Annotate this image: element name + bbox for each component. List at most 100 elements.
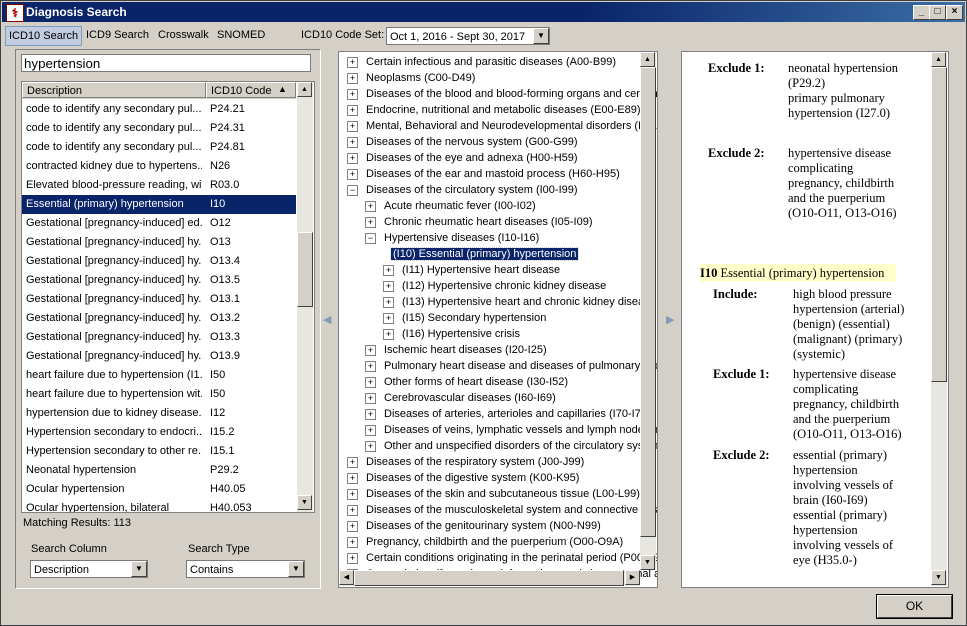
scroll-thumb[interactable] bbox=[931, 67, 947, 382]
column-header-description[interactable]: Description bbox=[22, 82, 206, 98]
collapse-left-icon[interactable]: ◀ bbox=[323, 313, 331, 326]
table-row[interactable]: heart failure due to hypertension (I1...… bbox=[22, 366, 296, 385]
detail-scrollbar[interactable]: ▲ ▼ bbox=[931, 52, 947, 586]
scroll-thumb[interactable] bbox=[297, 232, 313, 307]
expand-icon[interactable]: + bbox=[347, 72, 358, 84]
table-row[interactable]: Neonatal hypertension P29.2 bbox=[22, 461, 296, 480]
expand-icon[interactable]: + bbox=[365, 376, 376, 388]
table-row[interactable]: Gestational [pregnancy-induced] hy... O13… bbox=[22, 271, 296, 290]
search-column-select[interactable]: Description ▼ bbox=[30, 560, 148, 578]
scroll-down-button[interactable]: ▼ bbox=[640, 555, 655, 570]
expand-icon[interactable]: + bbox=[347, 168, 358, 180]
table-row[interactable]: code to identify any secondary pul... P24… bbox=[22, 100, 296, 119]
tree-node[interactable]: + Diseases of the skin and subcutaneous t… bbox=[347, 486, 642, 502]
table-row[interactable]: Ocular hypertension H40.05 bbox=[22, 480, 296, 499]
expand-icon[interactable]: + bbox=[347, 520, 358, 532]
tree-node[interactable]: + Chronic rheumatic heart diseases (I05-I… bbox=[365, 214, 594, 230]
tree-node[interactable]: + Cerebrovascular diseases (I60-I69) bbox=[365, 390, 558, 406]
tree-vscrollbar[interactable]: ▲ ▼ bbox=[640, 52, 656, 570]
tree-node[interactable]: + Acute rheumatic fever (I00-I02) bbox=[365, 198, 538, 214]
tab-crosswalk[interactable]: Crosswalk bbox=[155, 26, 212, 44]
chevron-down-icon[interactable]: ▼ bbox=[533, 28, 549, 44]
expand-icon[interactable]: + bbox=[347, 456, 358, 468]
collapse-icon[interactable]: − bbox=[347, 184, 358, 196]
table-row[interactable]: Hypertension secondary to endocri... I15.… bbox=[22, 423, 296, 442]
expand-icon[interactable]: + bbox=[365, 424, 376, 436]
tree-node[interactable]: + Diseases of the eye and adnexa (H00-H59… bbox=[347, 150, 580, 166]
expand-icon[interactable]: + bbox=[365, 440, 376, 452]
expand-icon[interactable]: + bbox=[365, 360, 376, 372]
expand-icon[interactable]: + bbox=[383, 312, 394, 324]
table-row[interactable]: code to identify any secondary pul... P24… bbox=[22, 119, 296, 138]
tree-node[interactable]: + (I15) Secondary hypertension bbox=[383, 310, 548, 326]
expand-icon[interactable]: + bbox=[365, 408, 376, 420]
codeset-select[interactable]: Oct 1, 2016 - Sept 30, 2017 ▼ bbox=[386, 27, 550, 45]
expand-icon[interactable]: + bbox=[365, 200, 376, 212]
table-row[interactable]: heart failure due to hypertension wit...… bbox=[22, 385, 296, 404]
tree-hscrollbar[interactable]: ◀ ▶ bbox=[339, 570, 640, 586]
table-row[interactable]: Elevated blood-pressure reading, wi... R0… bbox=[22, 176, 296, 195]
tree-node[interactable]: + Other and unspecified disorders of the … bbox=[365, 438, 657, 454]
expand-icon[interactable]: + bbox=[383, 328, 394, 340]
tree-node[interactable]: + Ischemic heart diseases (I20-I25) bbox=[365, 342, 549, 358]
table-row[interactable]: hypertension due to kidney disease... I12 bbox=[22, 404, 296, 423]
table-row[interactable]: Ocular hypertension, bilateral H40.053 bbox=[22, 499, 296, 512]
tree-node[interactable]: − Hypertensive diseases (I10-I16) bbox=[365, 230, 541, 246]
tree-node[interactable]: + (I13) Hypertensive heart and chronic ki… bbox=[383, 294, 657, 310]
tree-node[interactable]: − Diseases of the circulatory system (I00… bbox=[347, 182, 580, 198]
expand-icon[interactable]: + bbox=[347, 504, 358, 516]
close-button[interactable]: × bbox=[946, 5, 963, 20]
expand-icon[interactable]: + bbox=[383, 280, 394, 292]
tree-node[interactable]: + Pregnancy, childbirth and the puerperiu… bbox=[347, 534, 625, 550]
expand-icon[interactable]: + bbox=[383, 264, 394, 276]
tree-node[interactable]: + Neoplasms (C00-D49) bbox=[347, 70, 477, 86]
table-row[interactable]: Gestational [pregnancy-induced] hy... O13… bbox=[22, 309, 296, 328]
scroll-thumb[interactable] bbox=[354, 570, 624, 586]
tree-node[interactable]: + Diseases of arteries, arterioles and ca… bbox=[365, 406, 653, 422]
expand-icon[interactable]: + bbox=[347, 88, 358, 100]
tree-node[interactable]: + Diseases of the digestive system (K00-K… bbox=[347, 470, 581, 486]
tree-node[interactable]: + Diseases of the ear and mastoid process… bbox=[347, 166, 622, 182]
expand-icon[interactable]: + bbox=[365, 216, 376, 228]
icd10-tree[interactable]: + Certain infectious and parasitic diseas… bbox=[338, 51, 658, 588]
expand-icon[interactable]: + bbox=[365, 392, 376, 404]
results-list[interactable]: Description ICD10 Code ▲ code to identif… bbox=[21, 81, 315, 513]
maximize-button[interactable]: □ bbox=[929, 5, 946, 20]
expand-icon[interactable]: + bbox=[347, 472, 358, 484]
expand-icon[interactable]: + bbox=[347, 536, 358, 548]
ok-button[interactable]: OK bbox=[876, 594, 953, 619]
table-row[interactable]: Gestational [pregnancy-induced] hy... O13… bbox=[22, 328, 296, 347]
scroll-up-button[interactable]: ▲ bbox=[297, 82, 312, 97]
tree-node[interactable]: + Diseases of the musculoskeletal system … bbox=[347, 502, 657, 518]
table-row[interactable]: Essential (primary) hypertension I10 bbox=[22, 195, 296, 214]
tree-node[interactable]: + Diseases of veins, lymphatic vessels an… bbox=[365, 422, 657, 438]
expand-icon[interactable]: + bbox=[347, 552, 358, 564]
expand-icon[interactable]: + bbox=[347, 488, 358, 500]
tree-node[interactable]: (I10) Essential (primary) hypertension bbox=[383, 246, 580, 262]
scroll-right-button[interactable]: ▶ bbox=[625, 570, 640, 585]
tab-icd10-search[interactable]: ICD10 Search bbox=[5, 26, 83, 46]
scroll-down-button[interactable]: ▼ bbox=[297, 495, 312, 510]
tree-node[interactable]: + Certain conditions originating in the p… bbox=[347, 550, 657, 566]
expand-icon[interactable]: + bbox=[347, 56, 358, 68]
minimize-button[interactable]: _ bbox=[913, 5, 930, 20]
table-row[interactable]: code to identify any secondary pul... P24… bbox=[22, 138, 296, 157]
scroll-down-button[interactable]: ▼ bbox=[931, 570, 946, 585]
tree-node[interactable]: + Diseases of the blood and blood-forming… bbox=[347, 86, 657, 102]
expand-icon[interactable]: + bbox=[347, 136, 358, 148]
tree-node[interactable]: + Pulmonary heart disease and diseases of… bbox=[365, 358, 657, 374]
collapse-right-icon[interactable]: ▶ bbox=[666, 313, 674, 326]
table-row[interactable]: contracted kidney due to hypertens... N26 bbox=[22, 157, 296, 176]
title-bar[interactable]: ⚕ Diagnosis Search _ □ × bbox=[2, 2, 965, 22]
tree-node[interactable]: + Mental, Behavioral and Neurodevelopment… bbox=[347, 118, 657, 134]
table-row[interactable]: Gestational [pregnancy-induced] hy... O13… bbox=[22, 252, 296, 271]
expand-icon[interactable]: + bbox=[347, 104, 358, 116]
tree-node[interactable]: + Certain infectious and parasitic diseas… bbox=[347, 54, 618, 70]
table-row[interactable]: Gestational [pregnancy-induced] hy... O13… bbox=[22, 347, 296, 366]
chevron-down-icon[interactable]: ▼ bbox=[131, 561, 147, 577]
results-scrollbar[interactable]: ▲ ▼ bbox=[297, 82, 313, 512]
table-row[interactable]: Gestational [pregnancy-induced] hy... O13… bbox=[22, 290, 296, 309]
search-input[interactable] bbox=[21, 54, 311, 72]
tree-node[interactable]: + Other forms of heart disease (I30-I52) bbox=[365, 374, 570, 390]
table-row[interactable]: Hypertension secondary to other re... I15… bbox=[22, 442, 296, 461]
